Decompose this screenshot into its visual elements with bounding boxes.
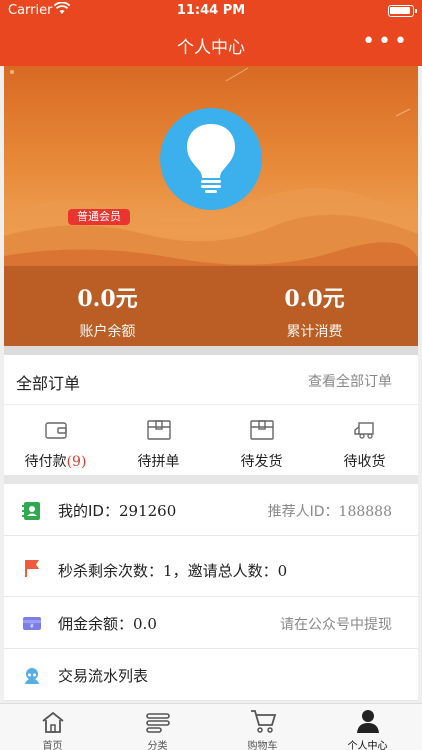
transactions-label: 交易流水列表 [58,667,149,685]
invite-count-label: ，邀请总人数： [172,562,278,580]
category-icon [105,704,210,734]
status-bar: Carrier 11:44 PM [0,0,422,22]
tab-home[interactable]: 首页 [0,704,105,750]
balance-stat[interactable]: 0.0元 账户余额 [4,281,211,341]
nav-bar: 个人中心 ••• [0,22,422,66]
user-icon [315,704,420,734]
avatar[interactable] [160,108,262,210]
svg-text:¥: ¥ [30,623,34,630]
order-status-pending-receipt[interactable]: 待收货 [313,417,416,471]
tab-profile[interactable]: 个人中心 [315,704,420,750]
withdraw-hint: 请在公众号中提现 [280,617,392,633]
transactions-row[interactable]: 交易流水列表 [4,649,418,701]
tab-label: 分类 [147,741,168,750]
flag-icon [22,558,42,578]
flash-remaining-value: 1 [163,562,173,580]
clock: 11:44 PM [176,3,246,18]
truck-icon [313,417,416,443]
page: Carrier 11:44 PM 个人中心 ••• 普通会员 0.0元 账户余额… [0,0,422,750]
order-status-pending-group[interactable]: 待拼单 [107,417,210,471]
spend-value: 0.0元 [284,286,345,312]
divider [4,475,418,484]
order-status-label: 待收货 [343,454,386,470]
orders-header: 全部订单 查看全部订单 [4,355,418,405]
balance-value: 0.0元 [77,286,138,312]
commission-value: 0.0 [133,615,157,633]
my-id-row[interactable]: 我的ID：291260 推荐人ID：188888 [4,484,418,536]
battery-icon [388,5,417,17]
order-status-pending-shipment[interactable]: 待发货 [210,417,313,471]
tab-label: 首页 [42,741,63,750]
tab-bar: 首页 分类 购物车 个人中心 [0,703,422,750]
box-icon [107,417,210,443]
commission-row[interactable]: ¥ 佣金余额：0.0 请在公众号中提现 [4,597,418,649]
spend-stat[interactable]: 0.0元 累计消费 [211,281,418,341]
cart-icon [210,704,315,734]
pending-payment-count: (9) [66,454,87,470]
divider [4,346,418,355]
tab-label: 购物车 [247,741,278,750]
order-status-list: 待付款(9) 待拼单 待发货 待收货 [4,417,418,475]
member-badge: 普通会员 [68,209,130,225]
referrer-value: 188888 [338,504,392,520]
order-status-label: 待发货 [240,454,283,470]
view-all-orders-link[interactable]: 查看全部订单 [308,371,392,391]
referrer-label: 推荐人ID： [267,504,339,520]
flash-sale-row[interactable]: 秒杀剩余次数：1，邀请总人数：0 [4,536,418,597]
tab-label: 个人中心 [347,741,388,750]
my-id-value: 291260 [118,502,177,520]
flash-remaining-label: 秒杀剩余次数： [58,562,164,580]
transactions-icon [22,666,42,686]
more-menu-button[interactable]: ••• [362,31,410,53]
order-status-pending-payment[interactable]: 待付款(9) [4,417,107,471]
balance-label: 账户余额 [79,324,136,340]
home-icon [0,704,105,734]
invite-count-value: 0 [277,562,288,580]
orders-section: 全部订单 查看全部订单 待付款(9) 待拼单 待发货 待收货 [4,355,418,475]
contact-card-icon [22,501,42,521]
page-title: 个人中心 [177,38,245,58]
order-status-label: 待拼单 [137,454,180,470]
commission-label: 佣金余额： [58,615,134,633]
tab-category[interactable]: 分类 [105,704,210,750]
box-icon [210,417,313,443]
orders-title: 全部订单 [16,374,81,393]
my-id-label: 我的ID： [58,502,119,520]
profile-header: 普通会员 0.0元 账户余额 0.0元 累计消费 [4,66,418,346]
spend-label: 累计消费 [286,324,343,340]
wallet-icon [4,417,107,443]
order-status-label: 待付款 [24,454,67,470]
lightbulb-icon [187,124,235,193]
wallet-card-icon: ¥ [22,614,42,634]
tab-cart[interactable]: 购物车 [210,704,315,750]
